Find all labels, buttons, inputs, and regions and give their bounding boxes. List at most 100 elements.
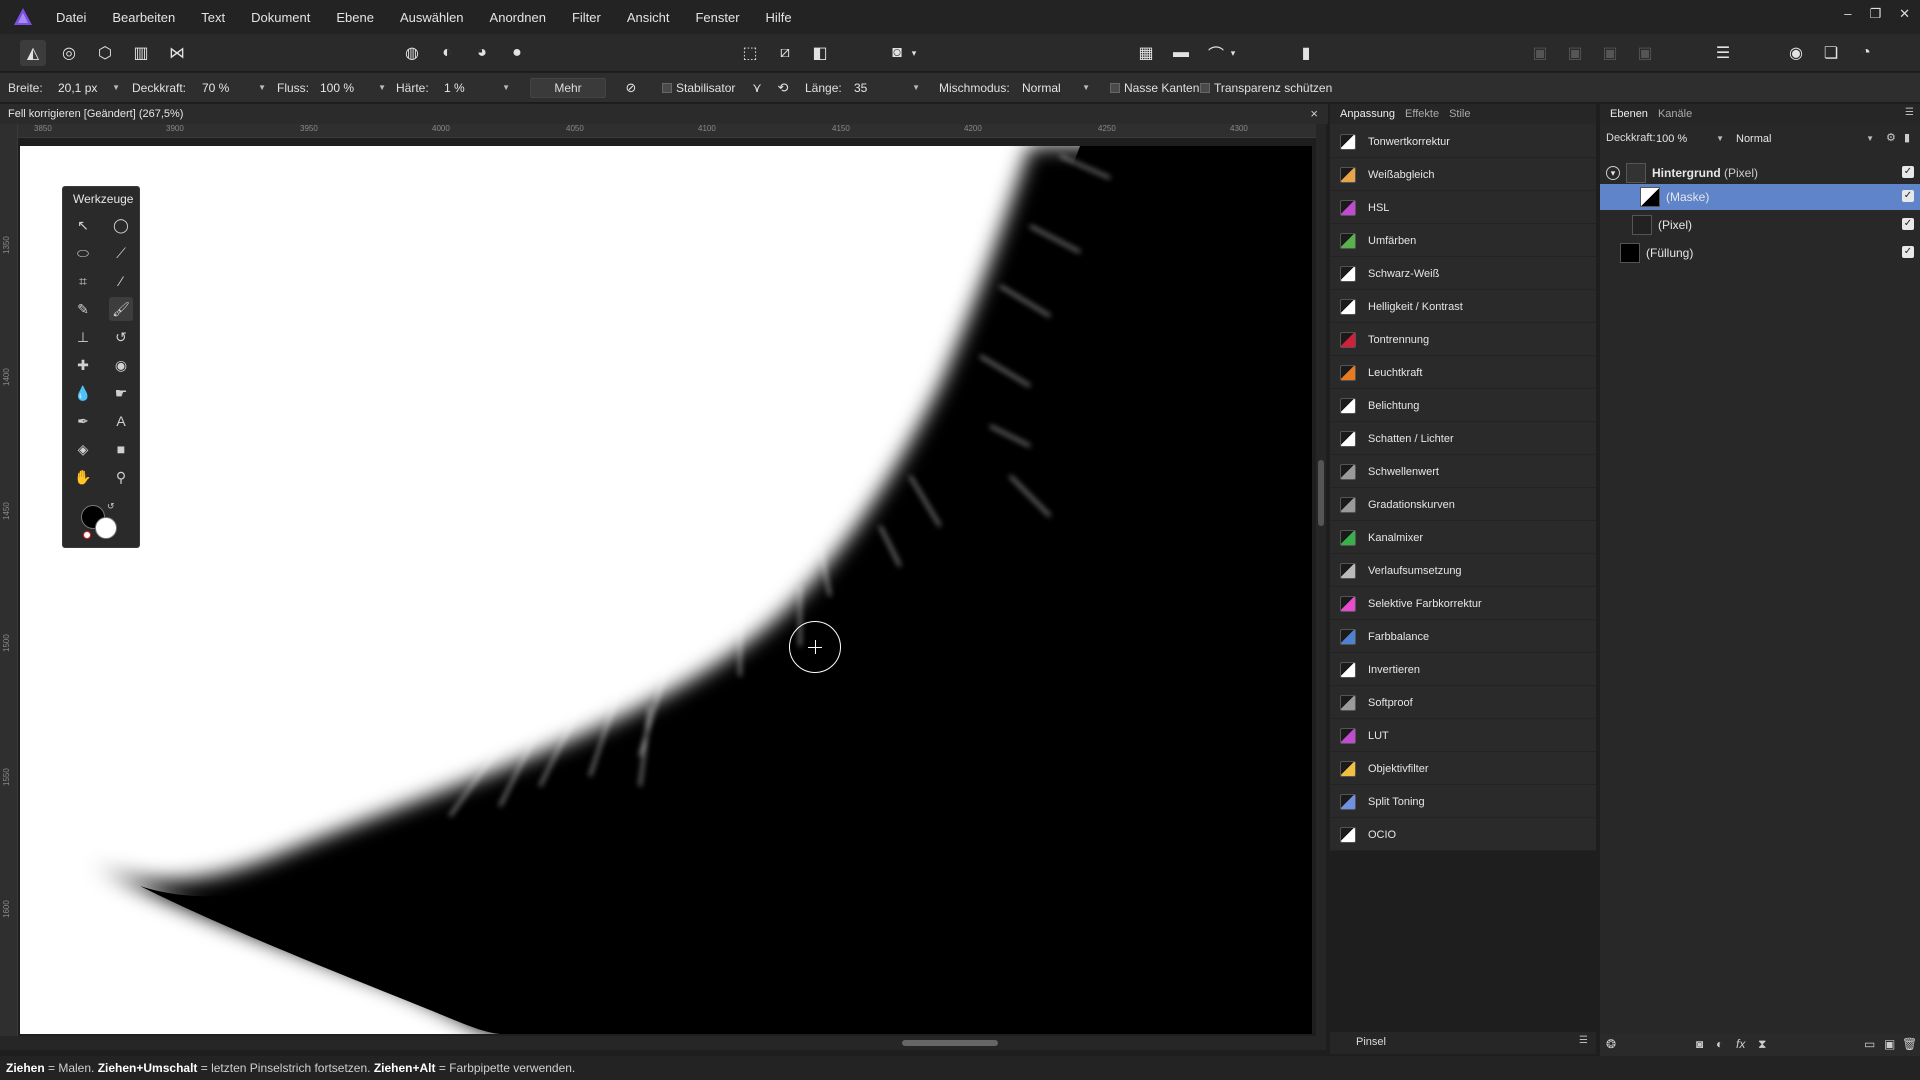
layers-deckkraft-field[interactable]: 100 % ▼ — [1656, 130, 1726, 148]
healing-brush-tool-icon[interactable]: ✚ — [71, 353, 95, 377]
tab-anpassung[interactable]: Anpassung — [1340, 108, 1395, 120]
dodge-tool-icon[interactable]: 💧 — [71, 381, 95, 405]
align-center-icon[interactable]: ▣ — [1562, 40, 1588, 66]
menu-dokument[interactable]: Dokument — [251, 10, 310, 25]
adjustment-item[interactable]: Helligkeit / Kontrast — [1330, 291, 1596, 323]
liquify-persona-icon[interactable]: ◎ — [56, 40, 82, 66]
align-top-icon[interactable]: ▣ — [1632, 40, 1658, 66]
adjustment-item[interactable]: Softproof — [1330, 687, 1596, 719]
menu-auswaehlen[interactable]: Auswählen — [400, 10, 464, 25]
align-left-icon[interactable]: ▣ — [1527, 40, 1553, 66]
layers-blend-mode-dropdown-icon[interactable]: ▼ — [1866, 130, 1874, 148]
snapping-icon[interactable]: ⌒ — [1203, 40, 1229, 66]
paint-brush-tool-icon[interactable]: 🖌 — [109, 297, 133, 321]
crop-tool-icon[interactable]: ⌗ — [71, 269, 95, 293]
rectangle-tool-icon[interactable]: ■ — [109, 437, 133, 461]
restore-icon[interactable]: ❐ — [1869, 6, 1881, 22]
document-close-icon[interactable]: × — [1310, 106, 1318, 121]
vertical-scrollbar[interactable] — [1316, 124, 1326, 1036]
adjustment-item[interactable]: LUT — [1330, 720, 1596, 752]
pressure-icon[interactable]: ⊘ — [618, 75, 644, 101]
selection-brush-tool-icon[interactable]: ⟋ — [109, 241, 133, 265]
laenge-field[interactable]: 35 ▼ — [850, 79, 924, 97]
smudge-tool-icon[interactable]: ☛ — [109, 381, 133, 405]
adjustment-item[interactable]: HSL — [1330, 192, 1596, 224]
tab-stile[interactable]: Stile — [1449, 108, 1470, 120]
tab-ebenen[interactable]: Ebenen — [1610, 108, 1648, 120]
brush-panel[interactable]: Pinsel ☰ — [1330, 1032, 1596, 1054]
tab-kanaele[interactable]: Kanäle — [1658, 108, 1692, 120]
adjustment-item[interactable]: Split Toning — [1330, 786, 1596, 818]
studio-color-icon[interactable]: ◔ — [1853, 40, 1879, 66]
photo-persona-icon[interactable]: ◭ — [20, 40, 46, 66]
stabilisator-checkbox[interactable]: Stabilisator — [662, 81, 735, 95]
deselect-icon[interactable]: ⧄ — [772, 40, 798, 66]
menu-ansicht[interactable]: Ansicht — [627, 10, 670, 25]
adjustment-item[interactable]: Tonwertkorrektur — [1330, 126, 1596, 158]
mask-layer-icon[interactable]: ◙ — [1696, 1037, 1703, 1051]
no-color-icon[interactable] — [83, 531, 91, 539]
background-color-swatch[interactable] — [95, 517, 117, 539]
adjustment-item[interactable]: Gradationskurven — [1330, 489, 1596, 521]
fluss-field[interactable]: 100 % ▼ — [316, 79, 390, 97]
zoom-tool-icon[interactable]: ⚲ — [109, 465, 133, 489]
adjustment-item[interactable]: Kanalmixer — [1330, 522, 1596, 554]
close-window-icon[interactable]: ✕ — [1899, 6, 1910, 22]
color-picker-tool-icon[interactable]: ⁄ — [109, 269, 133, 293]
layer-hintergrund[interactable]: ▾ Hintergrund (Pixel) ✓ — [1600, 160, 1920, 186]
move-tool-icon[interactable]: ↖ — [71, 213, 95, 237]
adjustment-item[interactable]: Schatten / Lichter — [1330, 423, 1596, 455]
swap-colors-icon[interactable]: ↺ — [107, 501, 115, 512]
adjustment-item[interactable]: Tontrennung — [1330, 324, 1596, 356]
layer-visibility-checkbox[interactable]: ✓ — [1902, 218, 1914, 230]
group-layers-icon[interactable]: ⧗ — [1758, 1037, 1766, 1052]
mehr-button[interactable]: Mehr — [530, 78, 606, 98]
horizontal-scroll-thumb[interactable] — [902, 1040, 998, 1046]
freehand-selection-tool-icon[interactable]: ◯ — [109, 213, 133, 237]
menu-bearbeiten[interactable]: Bearbeiten — [112, 10, 175, 25]
assistant-icon[interactable]: ▬ — [1168, 40, 1194, 66]
layer-fuellung[interactable]: (Füllung) ✓ — [1600, 240, 1920, 266]
layer-visibility-checkbox[interactable]: ✓ — [1902, 166, 1914, 178]
nasse-kanten-check-icon[interactable] — [1110, 83, 1120, 93]
select-all-icon[interactable]: ⬚ — [737, 40, 763, 66]
layers-deckkraft-dropdown-icon[interactable]: ▼ — [1716, 130, 1724, 148]
mischmodus-dropdown-icon[interactable]: ▼ — [1082, 79, 1090, 97]
auto-white-balance-icon[interactable]: ● — [504, 40, 530, 66]
stabilisator-check-icon[interactable] — [662, 83, 672, 93]
adjustment-item[interactable]: Weißabgleich — [1330, 159, 1596, 191]
layer-pixel[interactable]: (Pixel) ✓ — [1600, 212, 1920, 238]
tab-effekte[interactable]: Effekte — [1405, 108, 1439, 120]
adjustment-item[interactable]: Verlaufsumsetzung — [1330, 555, 1596, 587]
hand-tool-icon[interactable]: ✋ — [71, 465, 95, 489]
tone-mapping-persona-icon[interactable]: ▥ — [128, 40, 154, 66]
export-persona-icon[interactable]: ⋈ — [164, 40, 190, 66]
quick-mask-dropdown-icon[interactable]: ▾ — [908, 40, 920, 66]
brush-panel-menu-icon[interactable]: ☰ — [1579, 1035, 1588, 1046]
transparenz-checkbox[interactable]: Transparenz schützen — [1200, 81, 1332, 95]
red-eye-tool-icon[interactable]: ◉ — [109, 353, 133, 377]
affinity-photo-logo-icon[interactable] — [12, 6, 34, 28]
document-tab[interactable]: Fell korrigieren [Geändert] (267,5%) × — [0, 104, 1328, 124]
deckkraft-dropdown-icon[interactable]: ▼ — [258, 79, 266, 97]
text-tool-icon[interactable]: A — [109, 409, 133, 433]
menu-hilfe[interactable]: Hilfe — [766, 10, 792, 25]
breite-field[interactable]: 20,1 px ▼ — [54, 79, 124, 97]
horizontal-scrollbar[interactable] — [0, 1036, 1326, 1050]
vertical-scroll-thumb[interactable] — [1318, 460, 1324, 526]
adjustment-layer-icon[interactable]: ◐ — [1716, 1037, 1723, 1051]
snapping-dropdown-icon[interactable]: ▾ — [1227, 40, 1239, 66]
studio-chat-icon[interactable]: ◉ — [1783, 40, 1809, 66]
rope-mode-icon[interactable]: ⋎ — [744, 75, 770, 101]
layer-blend-options-icon[interactable]: ❂ — [1606, 1037, 1616, 1051]
quick-mask-icon[interactable]: ◙ — [884, 40, 910, 66]
menu-ebene[interactable]: Ebene — [336, 10, 374, 25]
align-right-icon[interactable]: ▣ — [1597, 40, 1623, 66]
live-filter-icon[interactable]: fx — [1736, 1037, 1745, 1051]
auto-colors-icon[interactable]: ◕ — [469, 40, 495, 66]
menu-text[interactable]: Text — [201, 10, 225, 25]
auto-levels-icon[interactable]: ◍ — [399, 40, 425, 66]
adjustment-item[interactable]: Schwarz-Weiß — [1330, 258, 1596, 290]
paint-mixer-tool-icon[interactable]: ◈ — [71, 437, 95, 461]
arrange-icon[interactable]: ☰ — [1710, 40, 1736, 66]
